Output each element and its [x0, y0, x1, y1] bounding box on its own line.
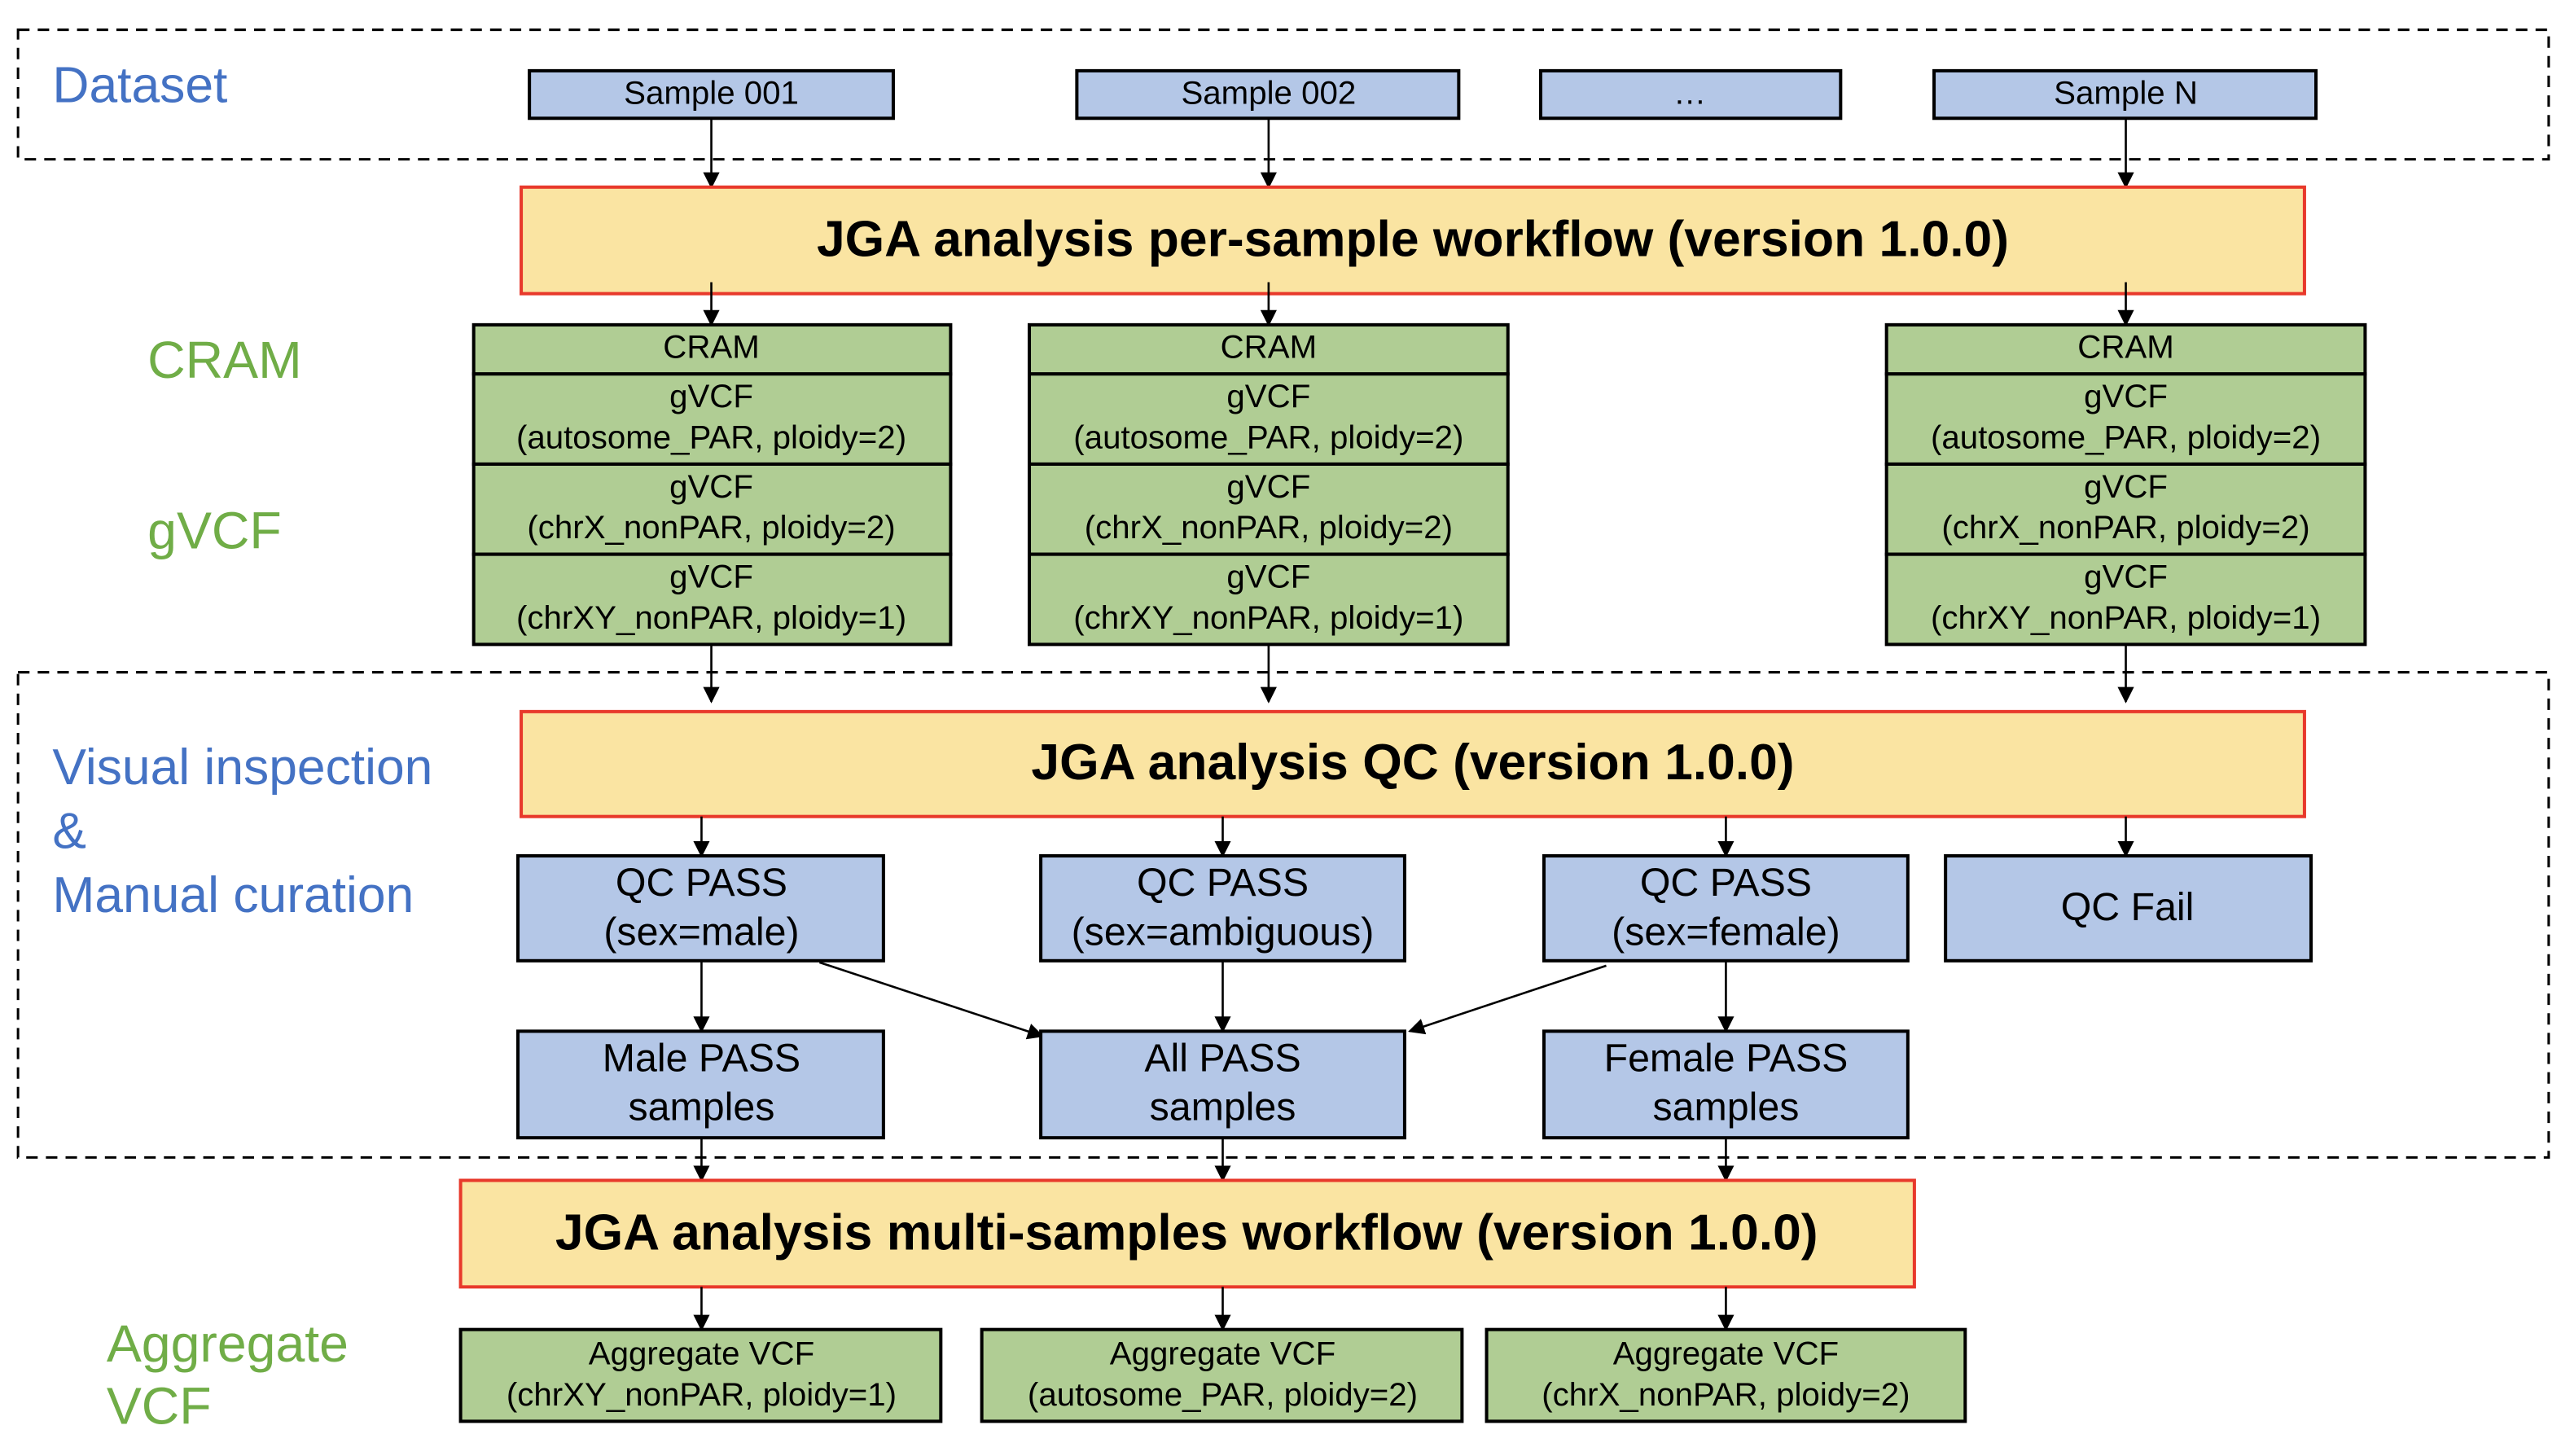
svg-text:QC PASS: QC PASS: [1640, 861, 1812, 905]
qc-fail: QC Fail: [1944, 853, 2313, 963]
cram-label: CRAM: [147, 331, 302, 389]
svg-text:(autosome_PAR, ploidy=2): (autosome_PAR, ploidy=2): [1931, 419, 2321, 455]
svg-text:(autosome_PAR, ploidy=2): (autosome_PAR, ploidy=2): [1028, 1376, 1418, 1413]
svg-text:(chrXY_nonPAR, ploidy=1): (chrXY_nonPAR, ploidy=1): [1073, 599, 1463, 636]
svg-text:gVCF: gVCF: [1226, 468, 1310, 505]
svg-text:(autosome_PAR, ploidy=2): (autosome_PAR, ploidy=2): [516, 419, 906, 455]
svg-text:(chrXY_nonPAR, ploidy=1): (chrXY_nonPAR, ploidy=1): [516, 599, 906, 636]
svg-text:Aggregate VCF: Aggregate VCF: [1110, 1335, 1335, 1372]
aggregate-vcf-autosome: Aggregate VCF (autosome_PAR, ploidy=2): [980, 1327, 1464, 1423]
svg-text:(chrX_nonPAR, ploidy=2): (chrX_nonPAR, ploidy=2): [1941, 509, 2309, 546]
svg-text:Female PASS: Female PASS: [1604, 1036, 1849, 1080]
svg-text:Male PASS: Male PASS: [603, 1036, 800, 1080]
ampersand-label: &: [52, 803, 86, 859]
svg-text:(autosome_PAR, ploidy=2): (autosome_PAR, ploidy=2): [1073, 419, 1463, 455]
workflow-diagram: Dataset Sample 001 Sample 002 … Sample N…: [16, 29, 2550, 1435]
svg-text:QC PASS: QC PASS: [1137, 861, 1309, 905]
svg-text:Aggregate VCF: Aggregate VCF: [589, 1335, 814, 1372]
aggregate-vcf-chrx: Aggregate VCF (chrX_nonPAR, ploidy=2): [1485, 1327, 1967, 1423]
svg-text:(chrX_nonPAR, ploidy=2): (chrX_nonPAR, ploidy=2): [1085, 509, 1453, 546]
qc-pass-male: QC PASS (sex=male): [516, 853, 885, 963]
male-pass-samples: Male PASS samples: [516, 1029, 885, 1140]
svg-text:samples: samples: [1653, 1085, 1800, 1129]
svg-text:JGA analysis QC (version 1.0.0: JGA analysis QC (version 1.0.0): [1031, 735, 1794, 791]
svg-text:gVCF: gVCF: [669, 468, 753, 505]
qc-pass-ambiguous: QC PASS (sex=ambiguous): [1039, 853, 1406, 963]
output-stack-sample-001: CRAM gVCF (autosome_PAR, ploidy=2) gVCF (c…: [471, 322, 953, 647]
arrows-samples-to-workflow: [703, 118, 2134, 189]
svg-text:(chrX_nonPAR, ploidy=2): (chrX_nonPAR, ploidy=2): [527, 509, 895, 546]
arrows-qc-to-results: [693, 816, 2134, 858]
svg-text:QC Fail: QC Fail: [2061, 885, 2195, 929]
svg-text:gVCF: gVCF: [1226, 378, 1310, 414]
svg-text:Sample 001: Sample 001: [624, 75, 799, 112]
svg-text:…: …: [1673, 75, 1706, 112]
manual-curation-label: Manual curation: [52, 867, 414, 923]
arrows-groups-to-multi: [693, 1138, 1735, 1182]
svg-text:samples: samples: [1150, 1085, 1296, 1129]
sample-001: Sample 001: [528, 68, 895, 121]
aggregate-vcf-chrxy: Aggregate VCF (chrXY_nonPAR, ploidy=1): [458, 1327, 943, 1423]
svg-text:gVCF: gVCF: [2084, 378, 2168, 414]
svg-text:samples: samples: [629, 1085, 775, 1129]
female-pass-samples: Female PASS samples: [1542, 1029, 1910, 1140]
sample-ellipsis: …: [1538, 68, 1843, 121]
sample-002: Sample 002: [1075, 68, 1461, 121]
dataset-label: Dataset: [52, 58, 227, 114]
gvcf-label: gVCF: [147, 502, 282, 560]
svg-text:JGA analysis multi-samples wor: JGA analysis multi-samples workflow (ver…: [555, 1204, 1818, 1261]
svg-text:CRAM: CRAM: [1221, 329, 1318, 366]
svg-text:QC PASS: QC PASS: [616, 861, 787, 905]
aggregate-label: Aggregate: [107, 1314, 349, 1373]
svg-text:Sample 002: Sample 002: [1181, 75, 1356, 112]
svg-text:(chrX_nonPAR, ploidy=2): (chrX_nonPAR, ploidy=2): [1542, 1376, 1910, 1413]
qc-pass-female: QC PASS (sex=female): [1542, 853, 1910, 963]
svg-text:(sex=ambiguous): (sex=ambiguous): [1072, 910, 1375, 954]
svg-text:(chrXY_nonPAR, ploidy=1): (chrXY_nonPAR, ploidy=1): [1931, 599, 2321, 636]
svg-text:(chrXY_nonPAR, ploidy=1): (chrXY_nonPAR, ploidy=1): [507, 1376, 897, 1413]
multi-samples-workflow-box: JGA analysis multi-samples workflow (ver…: [458, 1178, 1916, 1289]
svg-text:gVCF: gVCF: [2084, 558, 2168, 594]
svg-text:All PASS: All PASS: [1144, 1036, 1300, 1080]
svg-text:gVCF: gVCF: [1226, 558, 1310, 594]
arrows-results-to-groups: [693, 960, 1735, 1040]
visual-inspection-label: Visual inspection: [52, 739, 432, 796]
arrows-multi-to-aggregates: [693, 1287, 1735, 1331]
svg-text:(sex=male): (sex=male): [603, 910, 799, 954]
vcf-label: VCF: [107, 1376, 212, 1435]
svg-text:(sex=female): (sex=female): [1612, 910, 1840, 954]
output-stack-sample-n: CRAM gVCF (autosome_PAR, ploidy=2) gVCF (c…: [1884, 322, 2367, 647]
svg-text:gVCF: gVCF: [2084, 468, 2168, 505]
svg-text:JGA analysis per-sample workfl: JGA analysis per-sample workflow (versio…: [817, 212, 2009, 268]
qc-workflow-box: JGA analysis QC (version 1.0.0): [520, 709, 2306, 818]
all-pass-samples: All PASS samples: [1039, 1029, 1406, 1140]
svg-text:Aggregate VCF: Aggregate VCF: [1613, 1335, 1839, 1372]
svg-text:CRAM: CRAM: [663, 329, 760, 366]
svg-text:gVCF: gVCF: [669, 558, 753, 594]
sample-n: Sample N: [1932, 68, 2318, 121]
output-stack-sample-002: CRAM gVCF (autosome_PAR, ploidy=2) gVCF (c…: [1027, 322, 1510, 647]
svg-text:CRAM: CRAM: [2077, 329, 2174, 366]
per-sample-workflow-box: JGA analysis per-sample workflow (versio…: [520, 185, 2306, 296]
svg-text:gVCF: gVCF: [669, 378, 753, 414]
svg-text:Sample N: Sample N: [2054, 75, 2198, 112]
